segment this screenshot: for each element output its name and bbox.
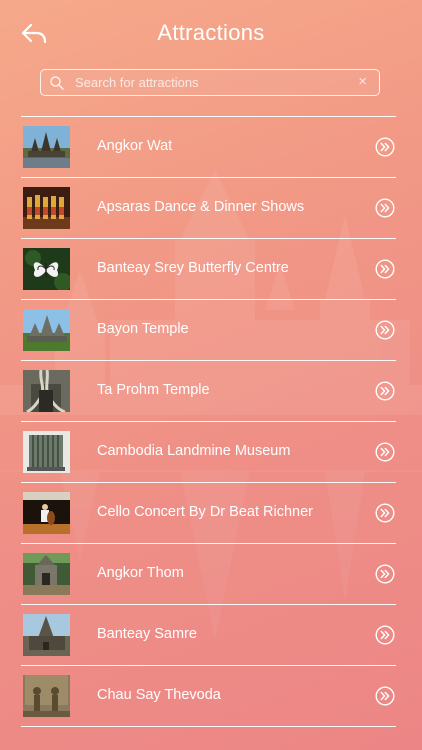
list-item-label: Cambodia Landmine Museum [97, 443, 291, 459]
banteay-samre-thumbnail [23, 614, 70, 656]
list-item-label: Apsaras Dance & Dinner Shows [97, 199, 305, 215]
chau-say-thevoda-thumbnail [23, 675, 70, 717]
search-icon [50, 76, 64, 90]
list-item-ta-prohm[interactable]: Ta Prohm Temple [21, 361, 396, 421]
double-chevron-right-icon[interactable] [375, 686, 395, 706]
search-input[interactable] [75, 70, 345, 94]
double-chevron-right-icon[interactable] [375, 564, 395, 584]
header-bar: Attractions [0, 0, 422, 66]
bayon-temple-thumbnail [23, 309, 70, 351]
double-chevron-right-icon[interactable] [375, 381, 395, 401]
list-item-banteay-samre[interactable]: Banteay Samre [21, 605, 396, 665]
double-chevron-right-icon[interactable] [375, 503, 395, 523]
double-chevron-right-icon[interactable] [375, 320, 395, 340]
list-item-butterfly-centre[interactable]: Banteay Srey Butterfly Centre [21, 239, 396, 299]
double-chevron-right-icon[interactable] [375, 198, 395, 218]
ta-prohm-thumbnail [23, 370, 70, 412]
page-title: Attractions [157, 20, 265, 45]
list-item-label: Banteay Srey Butterfly Centre [97, 260, 289, 276]
list-item-bayon-temple[interactable]: Bayon Temple [21, 300, 396, 360]
list-item-landmine-museum[interactable]: Cambodia Landmine Museum [21, 422, 396, 482]
list-item-label: Bayon Temple [97, 321, 189, 337]
list-item-label: Banteay Samre [97, 626, 197, 642]
list-item-label: Cello Concert By Dr Beat Richner [97, 504, 313, 520]
angkor-wat-thumbnail [23, 126, 70, 168]
list-item-label: Chau Say Thevoda [97, 687, 221, 703]
list-divider [21, 726, 396, 727]
cello-concert-thumbnail [23, 492, 70, 534]
list-item-cello-concert[interactable]: Cello Concert By Dr Beat Richner [21, 483, 396, 543]
angkor-thom-thumbnail [23, 553, 70, 595]
list-item-label: Ta Prohm Temple [97, 382, 210, 398]
landmine-museum-thumbnail [23, 431, 70, 473]
double-chevron-right-icon[interactable] [375, 137, 395, 157]
clear-search-icon[interactable]: × [358, 73, 367, 91]
double-chevron-right-icon[interactable] [375, 259, 395, 279]
list-item-angkor-wat[interactable]: Angkor Wat [21, 117, 396, 177]
double-chevron-right-icon[interactable] [375, 625, 395, 645]
list-item-chau-say-thevoda[interactable]: Chau Say Thevoda [21, 666, 396, 726]
list-item-angkor-thom[interactable]: Angkor Thom [21, 544, 396, 604]
apsara-dancers-thumbnail [23, 187, 70, 229]
search-bar[interactable]: × [40, 69, 380, 96]
list-item-label: Angkor Thom [97, 565, 184, 581]
attractions-list: Angkor Wat Apsaras Dance & Dinner Shows … [21, 116, 396, 727]
list-item-apsaras-dance[interactable]: Apsaras Dance & Dinner Shows [21, 178, 396, 238]
list-item-label: Angkor Wat [97, 138, 173, 154]
butterfly-thumbnail [23, 248, 70, 290]
double-chevron-right-icon[interactable] [375, 442, 395, 462]
